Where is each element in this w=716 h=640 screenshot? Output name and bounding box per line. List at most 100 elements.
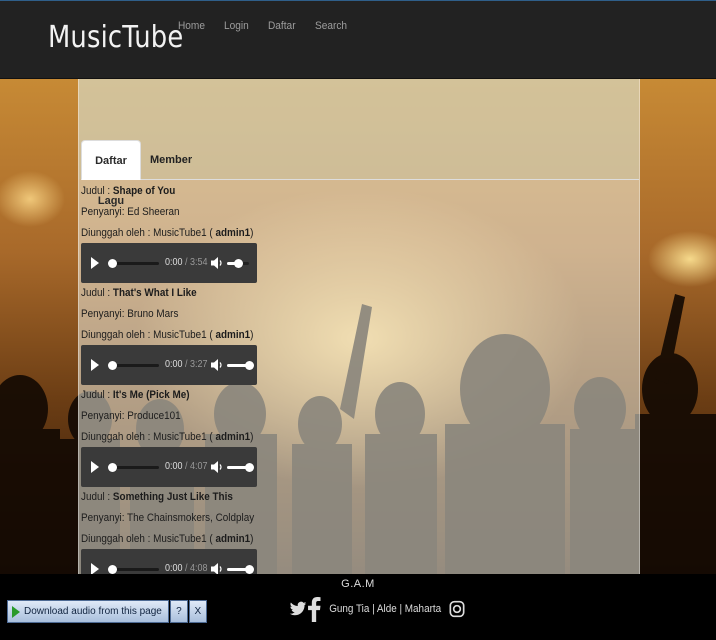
download-audio-toolbar: Download audio from this page ? X	[7, 600, 207, 623]
song-title-line: Judul : That's What I Like	[81, 287, 197, 299]
judul-label: Judul :	[81, 491, 113, 503]
facebook-icon[interactable]	[307, 596, 321, 622]
song-title: Something Just Like This	[112, 491, 233, 503]
diunggah-label: Diunggah oleh :	[81, 533, 154, 545]
volume-knob[interactable]	[245, 565, 254, 574]
diunggah-label: Diunggah oleh :	[81, 329, 154, 341]
penyanyi-label: Penyanyi:	[81, 410, 128, 422]
seek-knob[interactable]	[108, 463, 117, 472]
audio-player: 0:00 / 4:07	[81, 447, 257, 487]
paren-close: )	[250, 329, 254, 341]
diunggah-label: Diunggah oleh :	[81, 431, 154, 443]
diunggah-label: Diunggah oleh :	[81, 227, 154, 239]
judul-label: Judul :	[81, 287, 113, 299]
duration: / 3:27	[185, 359, 208, 370]
tab-member[interactable]: Member	[150, 140, 192, 180]
download-help-button[interactable]: ?	[169, 600, 188, 623]
tab-bar: Daftar Lagu Member	[81, 140, 639, 207]
volume-slider[interactable]	[227, 259, 249, 268]
volume-slider[interactable]	[227, 463, 254, 472]
duration: / 4:07	[185, 461, 208, 472]
paren-close: )	[250, 431, 254, 443]
download-close-button[interactable]: X	[188, 600, 207, 623]
song-list: Judul : Shape of You Penyanyi: Ed Sheera…	[81, 183, 637, 574]
content-panel: Daftar Lagu Member Judul : Shape of You …	[78, 79, 640, 574]
song-artist: Ed Sheeran	[127, 206, 180, 218]
song-item: Judul : Shape of You Penyanyi: Ed Sheera…	[81, 183, 637, 285]
seek-bar[interactable]	[108, 565, 159, 574]
song-item: Judul : That's What I Like Penyanyi: Bru…	[81, 285, 637, 387]
volume-icon[interactable]	[211, 256, 223, 270]
duration: / 3:54	[185, 257, 208, 268]
nav-home-link[interactable]: Home	[178, 20, 205, 32]
audio-player: 0:00 / 4:08	[81, 549, 257, 574]
seek-knob[interactable]	[108, 361, 117, 370]
current-time: 0:00	[165, 563, 183, 574]
song-uploader-id: admin1	[215, 533, 251, 545]
seek-bar[interactable]	[108, 361, 159, 370]
penyanyi-label: Penyanyi:	[81, 512, 128, 524]
song-uploader-id: admin1	[215, 227, 251, 239]
volume-slider[interactable]	[227, 361, 254, 370]
volume-knob[interactable]	[245, 463, 254, 472]
volume-slider[interactable]	[227, 565, 254, 574]
instagram-icon[interactable]	[449, 599, 465, 619]
twitter-icon[interactable]	[289, 600, 307, 618]
paren-close: )	[250, 533, 254, 545]
download-audio-button[interactable]: Download audio from this page	[7, 600, 169, 623]
social-links: Gung Tia | Alde | Maharta	[289, 596, 465, 622]
site-logo[interactable]: MusicTube	[48, 20, 183, 55]
song-item: Judul : It's Me (Pick Me) Penyanyi: Prod…	[81, 387, 637, 489]
song-artist-line: Penyanyi: Produce101	[81, 410, 181, 422]
tab-daftar-lagu[interactable]: Daftar Lagu	[81, 140, 141, 207]
footer-credits: Gung Tia | Alde | Maharta	[329, 603, 442, 615]
time-display: 0:00 / 3:27	[165, 359, 208, 370]
song-uploader-id: admin1	[215, 431, 251, 443]
song-uploader-line: Diunggah oleh : MusicTube1 ( admin1)	[81, 227, 253, 239]
play-icon[interactable]	[91, 257, 99, 269]
play-icon[interactable]	[91, 359, 99, 371]
judul-label: Judul :	[81, 389, 113, 401]
song-uploader-id: admin1	[215, 329, 251, 341]
current-time: 0:00	[165, 257, 183, 268]
song-uploader-line: Diunggah oleh : MusicTube1 ( admin1)	[81, 431, 253, 443]
nav-daftar-link[interactable]: Daftar	[268, 20, 296, 32]
seek-knob[interactable]	[108, 259, 117, 268]
seek-bar[interactable]	[108, 463, 159, 472]
main-nav: Home Login Daftar Search	[178, 20, 367, 32]
audio-player: 0:00 / 3:27	[81, 345, 257, 385]
time-display: 0:00 / 3:54	[165, 257, 208, 268]
song-title-line: Judul : Something Just Like This	[81, 491, 233, 503]
song-title-line: Judul : Shape of You	[81, 185, 175, 197]
top-navbar: MusicTube Home Login Daftar Search	[0, 0, 716, 79]
play-icon[interactable]	[91, 461, 99, 473]
volume-knob[interactable]	[245, 361, 254, 370]
song-artist: The Chainsmokers, Coldplay	[127, 512, 255, 524]
download-audio-label: Download audio from this page	[24, 606, 162, 617]
play-icon[interactable]	[91, 563, 99, 574]
song-uploader: MusicTube1	[153, 329, 207, 341]
current-time: 0:00	[165, 359, 183, 370]
song-uploader: MusicTube1	[153, 227, 207, 239]
penyanyi-label: Penyanyi:	[81, 206, 128, 218]
song-uploader-line: Diunggah oleh : MusicTube1 ( admin1)	[81, 329, 253, 341]
penyanyi-label: Penyanyi:	[81, 308, 128, 320]
volume-icon[interactable]	[211, 358, 223, 372]
seek-knob[interactable]	[108, 565, 117, 574]
audio-player: 0:00 / 3:54	[81, 243, 257, 283]
song-artist-line: Penyanyi: Ed Sheeran	[81, 206, 180, 218]
song-uploader: MusicTube1	[153, 533, 207, 545]
song-uploader-line: Diunggah oleh : MusicTube1 ( admin1)	[81, 533, 253, 545]
song-artist: Bruno Mars	[127, 308, 179, 320]
nav-search-link[interactable]: Search	[315, 20, 347, 32]
volume-knob[interactable]	[234, 259, 243, 268]
song-artist: Produce101	[127, 410, 181, 422]
volume-icon[interactable]	[211, 460, 223, 474]
song-title: That's What I Like	[112, 287, 197, 299]
judul-label: Judul :	[81, 185, 113, 197]
download-arrow-icon	[12, 605, 20, 618]
song-artist-line: Penyanyi: Bruno Mars	[81, 308, 178, 320]
volume-icon[interactable]	[211, 562, 223, 574]
nav-login-link[interactable]: Login	[224, 20, 249, 32]
seek-bar[interactable]	[108, 259, 159, 268]
